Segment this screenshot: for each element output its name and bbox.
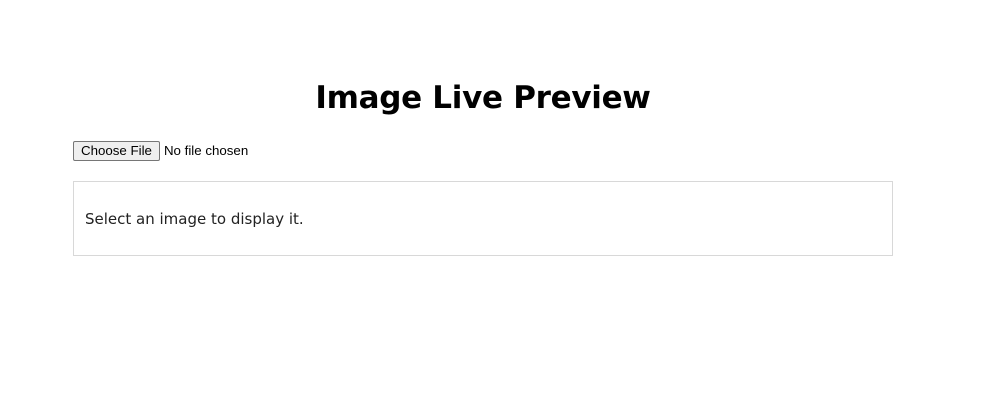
file-input[interactable]: Choose File No file chosen: [73, 140, 248, 161]
page: Image Live Preview Choose File No file c…: [0, 0, 989, 418]
page-title: Image Live Preview: [315, 80, 651, 116]
choose-file-button[interactable]: Choose File: [73, 140, 160, 161]
file-status-text: No file chosen: [163, 143, 249, 158]
preview-placeholder-message: Select an image to display it.: [85, 210, 304, 228]
image-preview-container: Select an image to display it.: [73, 181, 893, 256]
